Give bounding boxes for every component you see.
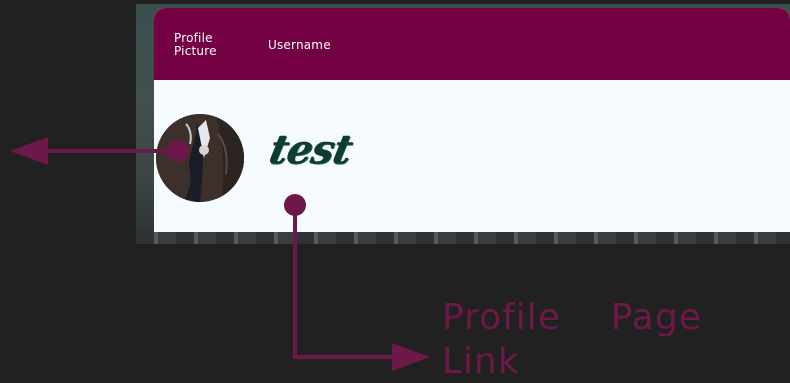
annotation-label-line-2: Link [442, 341, 520, 382]
arrow-right-icon [284, 194, 430, 371]
arrow-left-icon [10, 137, 189, 165]
stage: Profile Picture Username test Profile Pa… [0, 0, 790, 383]
annotation-label-line-1: Profile Page [442, 297, 702, 338]
